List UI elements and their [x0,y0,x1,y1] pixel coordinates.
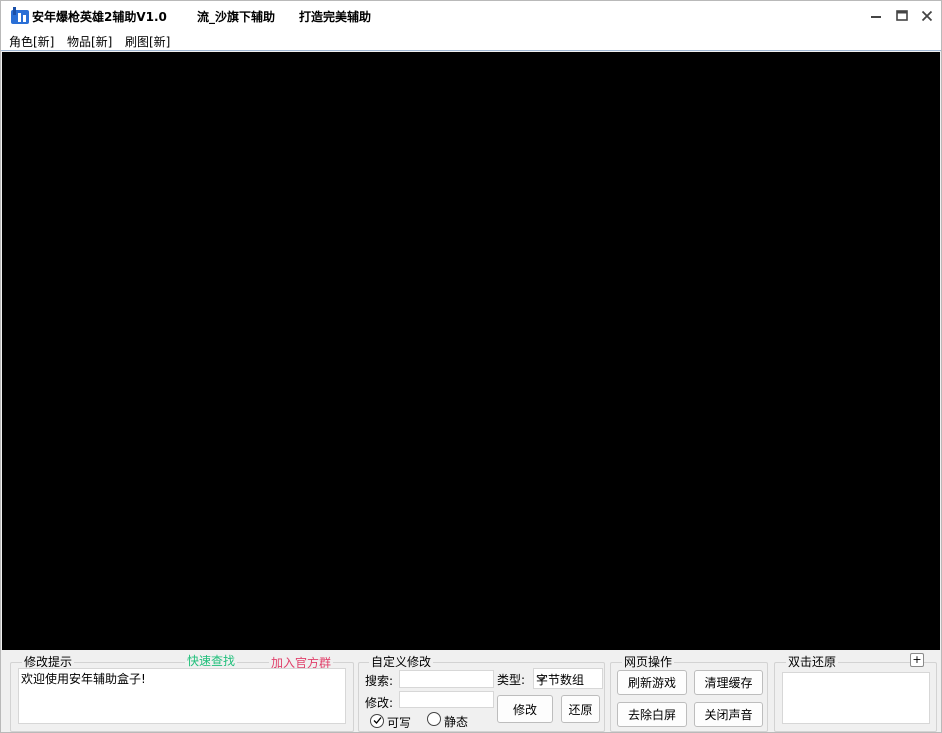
modify-input[interactable] [399,691,494,708]
game-viewport[interactable] [2,52,940,650]
custom-modify-panel: 自定义修改 搜索: 修改: 类型: 字节数组 修改 还原 可写 静态 [358,655,605,732]
writable-checkbox[interactable] [370,714,384,728]
modify-label: 修改: [365,696,394,710]
app-logo-icon [11,7,29,24]
quick-find-link[interactable]: 快速查找 [185,652,238,669]
static-radio[interactable] [427,712,441,726]
refresh-game-button[interactable]: 刷新游戏 [617,670,687,695]
menu-bar: 角色[新] 物品[新] 刷图[新] [1,31,941,51]
type-label: 类型: [497,673,526,687]
search-input[interactable] [399,670,494,688]
tips-message-box[interactable]: 欢迎使用安年辅助盒子! [18,668,346,724]
restore-panel-title: 双击还原 [786,655,839,669]
clear-cache-button[interactable]: 清理缓存 [694,670,763,695]
tips-panel-title: 修改提示 [22,655,75,669]
title-link-perfect[interactable]: 打造完美辅助 [299,8,371,25]
web-panel-title: 网页操作 [622,655,675,669]
restore-button[interactable]: 还原 [561,695,600,723]
add-icon[interactable]: + [910,653,924,667]
title-link-liusha[interactable]: 流_沙旗下辅助 [197,8,275,25]
tips-message-text: 欢迎使用安年辅助盒子! [21,672,146,686]
chevron-down-icon [536,672,600,686]
window-title: 安年爆枪英雄2辅助V1.0 [32,10,167,24]
close-icon[interactable] [918,7,936,25]
search-label: 搜索: [365,674,394,688]
maximize-icon[interactable] [893,7,911,25]
restore-list[interactable] [782,672,930,724]
menu-item-character[interactable]: 角色[新] [9,33,54,50]
static-label: 静态 [444,715,469,729]
type-select[interactable]: 字节数组 [533,668,603,689]
web-ops-panel: 网页操作 刷新游戏 清理缓存 去除白屏 关闭声音 [610,655,768,732]
mute-sound-button[interactable]: 关闭声音 [694,702,763,727]
custom-panel-title: 自定义修改 [369,655,434,669]
modify-button[interactable]: 修改 [497,695,553,723]
minimize-icon[interactable] [867,7,885,25]
app-window: 安年爆枪英雄2辅助V1.0 流_沙旗下辅助 打造完美辅助 角色[新] 物品[新]… [0,0,942,733]
title-bar: 安年爆枪英雄2辅助V1.0 流_沙旗下辅助 打造完美辅助 [1,1,941,31]
menu-item-map[interactable]: 刷图[新] [125,33,170,50]
remove-white-screen-button[interactable]: 去除白屏 [617,702,687,727]
writable-label: 可写 [387,716,412,730]
menu-item-items[interactable]: 物品[新] [67,33,112,50]
double-click-restore-panel: 双击还原 + [774,653,937,732]
tips-panel: 修改提示 快速查找 加入官方群 欢迎使用安年辅助盒子! [10,652,354,732]
